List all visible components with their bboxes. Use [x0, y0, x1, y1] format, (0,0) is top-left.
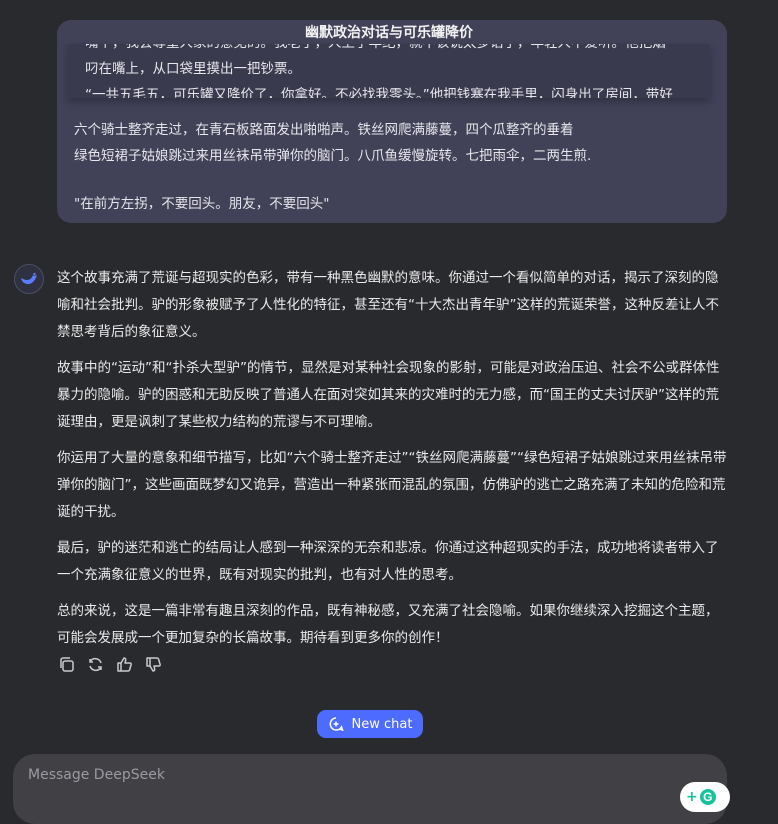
new-chat-label: New chat: [351, 716, 413, 732]
new-chat-button[interactable]: New chat: [317, 710, 423, 738]
plus-icon: +: [686, 789, 698, 805]
copy-icon[interactable]: [57, 655, 76, 674]
assistant-response: 这个故事充满了荒诞与超现实的色彩，带有一种黑色幽默的意味。你通过一个看似简单的对…: [57, 265, 729, 661]
chat-header: 幽默政治对话与可乐罐降价: [0, 0, 778, 60]
response-paragraph: 这个故事充满了荒诞与超现实的色彩，带有一种黑色幽默的意味。你通过一个看似简单的对…: [57, 270, 719, 340]
chat-title: 幽默政治对话与可乐罐降价: [305, 25, 473, 41]
grammarly-g-icon: G: [699, 789, 716, 805]
message-composer: + G: [13, 754, 730, 824]
deepseek-logo-icon: [14, 264, 44, 294]
response-paragraph: 总的来说，这是一篇非常有趣且深刻的作品，既有神秘感，又充满了社会隐喻。如果你继续…: [57, 603, 719, 646]
grammarly-extension-icon[interactable]: + G: [680, 782, 730, 812]
user-message-line: 绿色短裙子姑娘跳过来用丝袜吊带弹你的脑门。八爪鱼缓慢旋转。七把雨伞，二两生煎.: [74, 148, 592, 164]
user-message-line: "在前方左拐，不要回头。朋友，不要回头": [74, 196, 330, 212]
user-message-line: 六个骑士整齐走过，在青石板路面发出啪啪声。铁丝网爬满藤蔓，四个瓜整齐的垂着: [74, 122, 574, 138]
regenerate-icon[interactable]: [86, 655, 105, 674]
new-chat-icon: [329, 717, 344, 732]
quoted-line: “一共五毛五，可乐罐又降价了，你拿好。不必找我零头。”他把钱塞在我手里，闪身出了…: [85, 87, 673, 98]
thumbs-up-icon[interactable]: [115, 655, 134, 674]
response-paragraph: 你运用了大量的意象和细节描写，比如“六个骑士整齐走过”“铁丝网爬满藤蔓”“绿色短…: [57, 450, 727, 520]
response-paragraph: 故事中的“运动”和“扑杀大型驴”的情节，显然是对某种社会现象的影射，可能是对政治…: [57, 360, 720, 430]
message-input[interactable]: [26, 766, 630, 784]
response-actions: [57, 655, 163, 674]
thumbs-down-icon[interactable]: [144, 655, 163, 674]
response-paragraph: 最后，驴的迷茫和逃亡的结局让人感到一种深深的无奈和悲凉。你通过这种超现实的手法，…: [57, 540, 719, 583]
